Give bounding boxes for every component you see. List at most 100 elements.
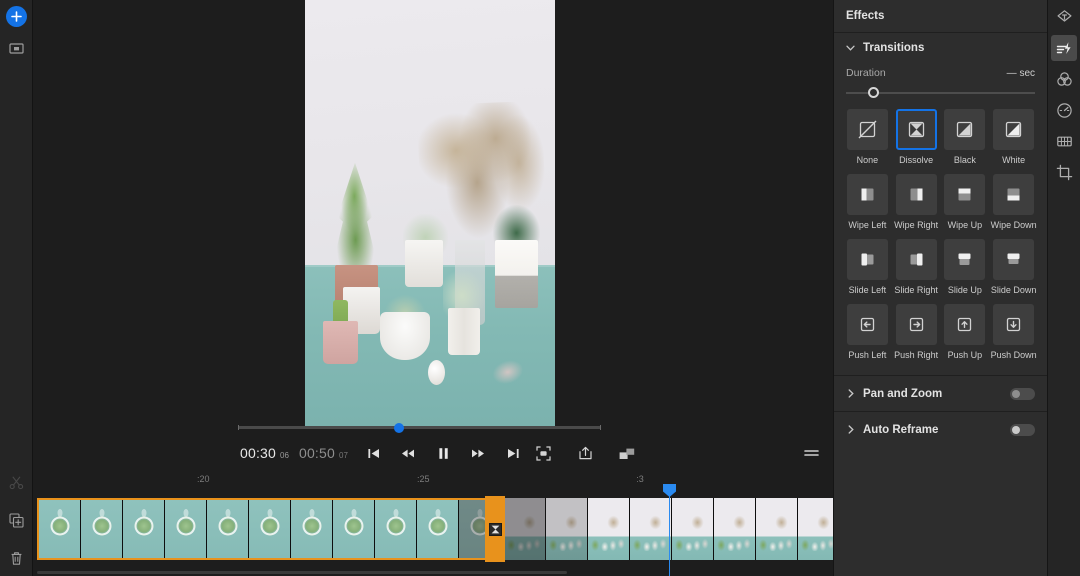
rewind-button[interactable] [398,443,418,463]
text-tool-icon[interactable] [1051,4,1077,30]
section-transitions[interactable]: Transitions [834,33,1047,63]
push-left-icon [847,304,888,345]
delete-icon[interactable] [6,548,26,568]
transition-wipe-left[interactable]: Wipe Left [843,174,892,230]
transition-none[interactable]: None [843,109,892,165]
effects-panel: Effects Transitions Duration — sec [833,0,1047,576]
pause-button[interactable] [433,443,453,463]
none-icon [847,109,888,150]
transition-wipe-down[interactable]: Wipe Down [989,174,1038,230]
ruler-tick: :25 [417,474,430,484]
transition-slide-left[interactable]: Slide Left [843,239,892,295]
photo-ribbed-pot [448,308,481,355]
transition-push-right[interactable]: Push Right [892,304,941,360]
transition-label: Wipe Left [848,220,886,230]
more-options-button[interactable] [801,443,821,463]
clip-thumbnail [546,498,588,560]
fullscreen-button[interactable] [533,443,553,463]
transition-label: Slide Down [991,285,1037,295]
current-frames: 06 [280,451,289,460]
pan-and-zoom-toggle[interactable] [1010,388,1035,400]
playhead[interactable] [669,492,670,576]
push-up-icon [944,304,985,345]
photo-tall-pot [495,240,538,308]
timeline-ruler[interactable]: :20 :25 :3 [33,468,833,490]
clip-b[interactable] [504,498,882,560]
transition-dissolve[interactable]: Dissolve [892,109,941,165]
transition-slide-up[interactable]: Slide Up [941,239,990,295]
toggle-knob [1012,426,1020,434]
transition-label: Push Up [948,350,983,360]
timeline[interactable]: :20 :25 :3 [33,468,833,576]
transition-black[interactable]: Black [941,109,990,165]
playback-buttons [363,443,523,463]
split-view-button[interactable] [617,443,637,463]
clip-thumbnail [504,498,546,560]
ruler-tick: :3 [636,474,644,484]
toggle-knob [1012,390,1020,398]
share-export-button[interactable] [575,443,595,463]
preview-image [305,0,555,428]
transition-label: Slide Up [948,285,982,295]
scrubber-track[interactable] [238,426,601,429]
transition-white[interactable]: White [989,109,1038,165]
audio-tool-icon[interactable] [1051,128,1077,154]
video-preview[interactable] [305,0,555,428]
transition-label: Black [954,155,976,165]
cut-icon[interactable] [6,472,26,492]
preview-stage [33,0,833,468]
timeline-scrollbar[interactable] [37,571,567,574]
clip-thumbnail [81,500,123,558]
transition-wipe-right[interactable]: Wipe Right [892,174,941,230]
auto-reframe-toggle[interactable] [1010,424,1035,436]
transition-slide-right[interactable]: Slide Right [892,239,941,295]
scrubber-handle[interactable] [394,423,404,433]
crop-tool-icon[interactable] [1051,159,1077,185]
transition-push-down[interactable]: Push Down [989,304,1038,360]
transition-label: Push Down [991,350,1037,360]
transition-push-left[interactable]: Push Left [843,304,892,360]
transition-slide-down[interactable]: Slide Down [989,239,1038,295]
playhead-handle[interactable] [663,484,676,497]
clip-thumbnail [39,500,81,558]
clip-a[interactable] [37,498,503,560]
clip-thumbnail [291,500,333,558]
duration-line: Duration — sec [846,67,1035,79]
fast-forward-button[interactable] [468,443,488,463]
total-timecode: 00:50 [299,445,335,461]
section-auto-reframe[interactable]: Auto Reframe [834,412,1047,447]
total-frames: 07 [339,451,348,460]
effects-tool-icon[interactable] [1051,35,1077,61]
duration-slider-handle[interactable] [868,87,879,98]
ruler-tick: :20 [197,474,210,484]
timeline-track[interactable] [33,490,833,562]
timecode-display: 00:30 06 00:50 07 [240,445,348,461]
wipe-up-icon [944,174,985,215]
color-tool-icon[interactable] [1051,66,1077,92]
transition-wipe-up[interactable]: Wipe Up [941,174,990,230]
duplicate-icon[interactable] [6,510,26,530]
add-media-button[interactable] [6,6,27,27]
transition-marker[interactable] [485,496,505,562]
video-editor-app: 00:30 06 00:50 07 [0,0,1080,576]
clip-thumbnail [165,500,207,558]
clip-thumbnail [207,500,249,558]
duration-number: — [1007,68,1017,79]
clip-thumbnail [375,500,417,558]
transition-label: Slide Right [894,285,938,295]
transition-label: Push Left [848,350,886,360]
transition-label: Wipe Down [991,220,1037,230]
clip-thumbnail [630,498,672,560]
transition-push-up[interactable]: Push Up [941,304,990,360]
section-pan-and-zoom[interactable]: Pan and Zoom [834,376,1047,411]
media-library-icon[interactable] [6,38,26,58]
skip-to-end-button[interactable] [503,443,523,463]
clip-thumbnail [756,498,798,560]
slide-up-icon [944,239,985,280]
photo-white-bowl [380,312,430,359]
skip-to-start-button[interactable] [363,443,383,463]
speed-tool-icon[interactable] [1051,97,1077,123]
transport-row: 00:30 06 00:50 07 [33,440,833,466]
duration-slider[interactable] [846,87,1035,99]
white-icon [993,109,1034,150]
